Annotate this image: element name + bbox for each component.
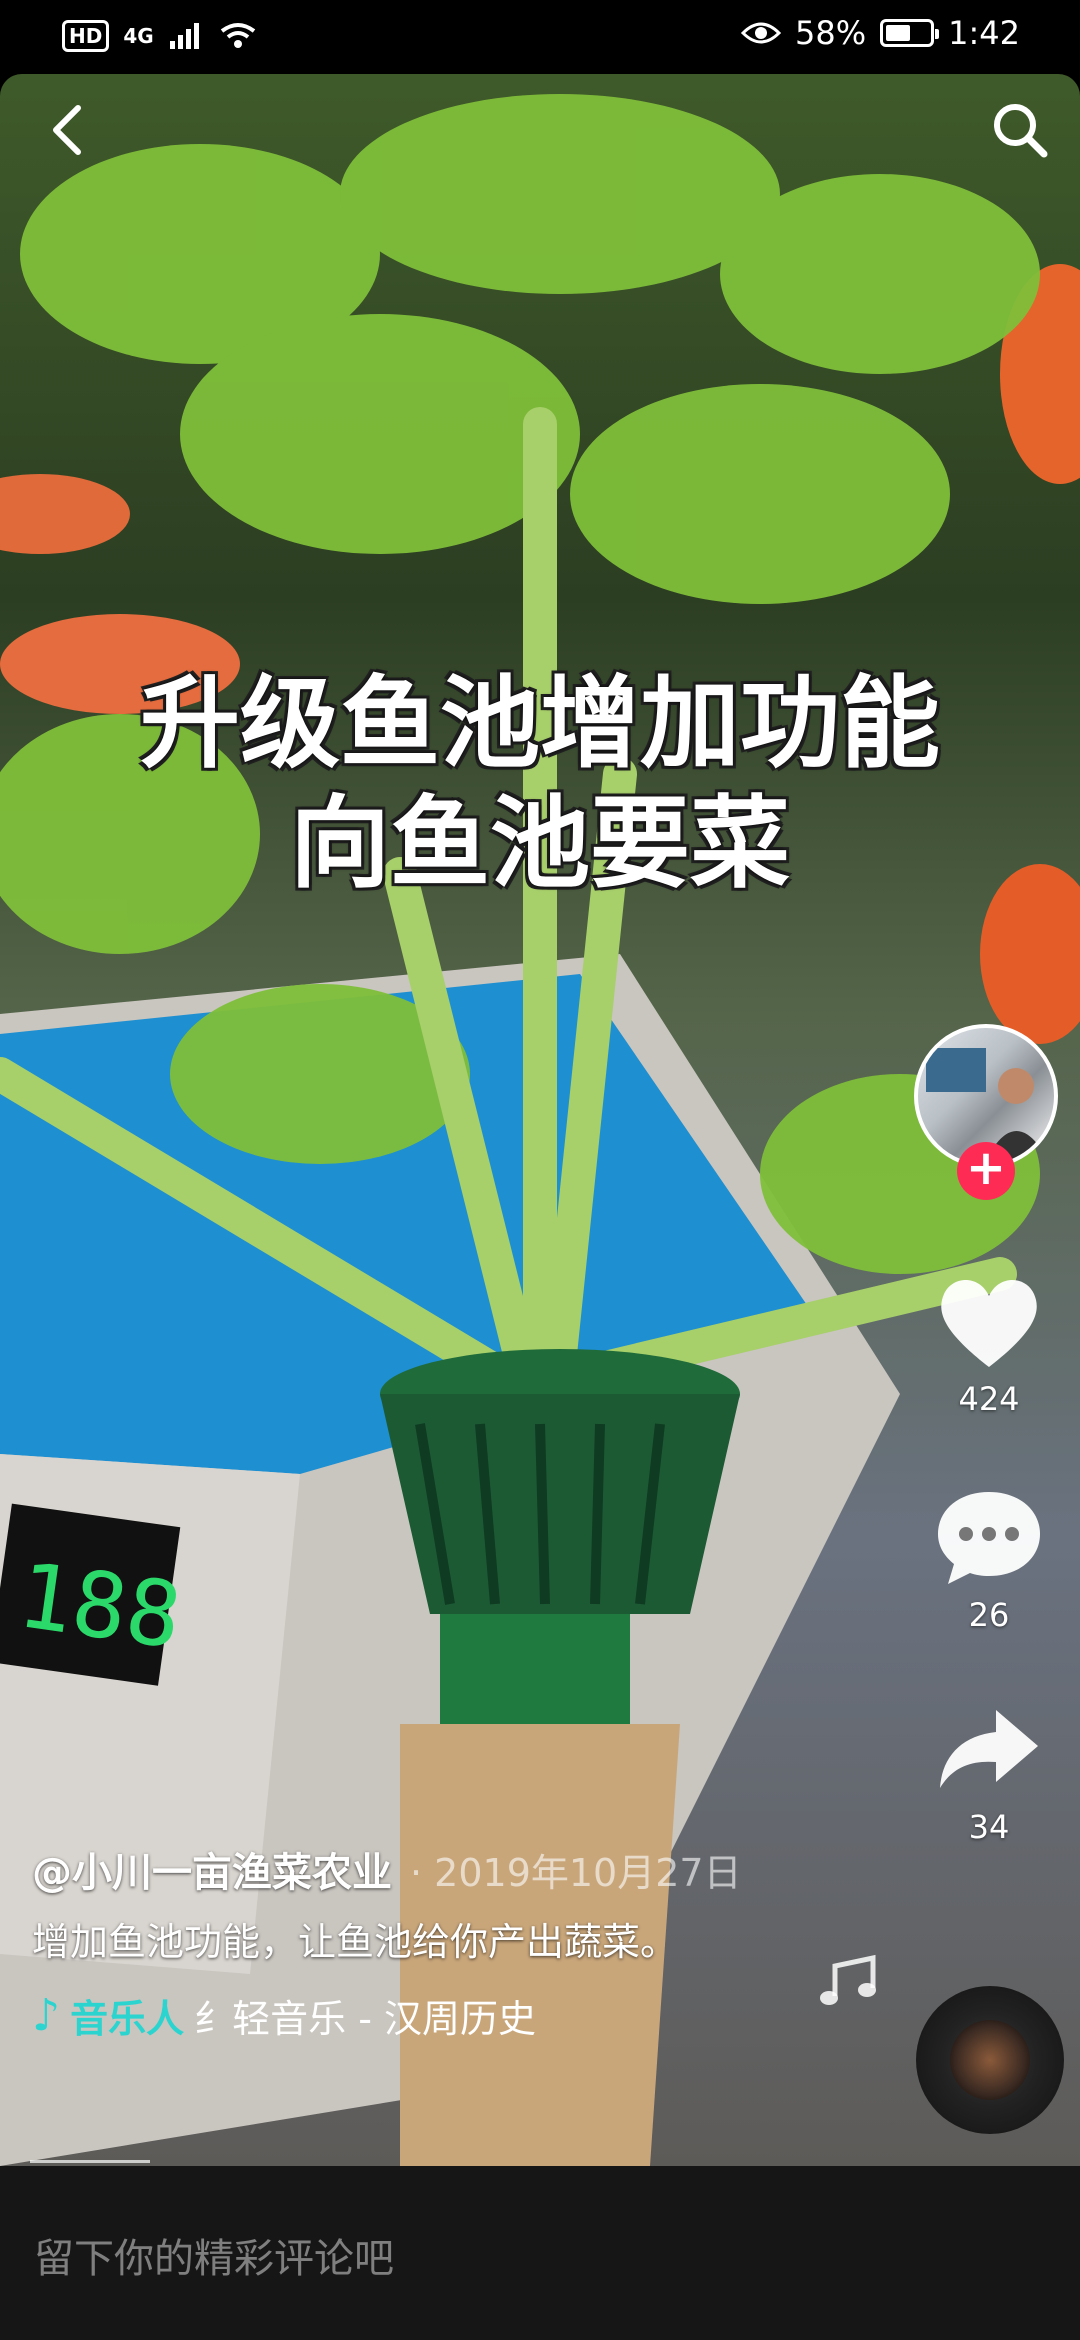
video-caption-overlay: 升级鱼池增加功能 向鱼池要菜: [0, 664, 1080, 904]
caption-line-1: 升级鱼池增加功能: [140, 665, 940, 782]
comment-count: 26: [968, 1596, 1010, 1634]
app-screen: HD 4G 58% 1:42 188 升级鱼池增加功能 向鱼池要菜 + 424 …: [0, 0, 1080, 2340]
post-date: · 2019年10月27日: [410, 1851, 742, 1895]
status-left: HD 4G: [62, 20, 258, 52]
heart-icon: [941, 1280, 1037, 1367]
music-disc-cover: [950, 2020, 1030, 2100]
signal-icon: [169, 23, 199, 49]
music-info[interactable]: ♪ 音乐人 纟轻音乐 - 汉周历史: [32, 1988, 872, 2043]
video-progress-bar: [30, 2160, 150, 2163]
music-note-icon: ♪: [32, 1990, 61, 2041]
wifi-icon: [220, 23, 255, 48]
back-arrow-icon[interactable]: [40, 100, 100, 160]
battery-percent: 58%: [795, 14, 867, 52]
comment-bar[interactable]: 留下你的精彩评论吧: [0, 2166, 1080, 2340]
author-avatar-group: +: [914, 1024, 1058, 1200]
share-arrow-icon: [940, 1710, 1038, 1788]
like-count: 424: [958, 1380, 1020, 1418]
comment-input[interactable]: 留下你的精彩评论吧: [34, 2226, 394, 2284]
follow-button[interactable]: +: [957, 1142, 1015, 1200]
share-count: 34: [968, 1808, 1010, 1846]
post-description[interactable]: 增加鱼池功能，让鱼池给你产出蔬菜。: [32, 1914, 732, 1970]
author-name[interactable]: @小川一亩渔菜农业: [32, 1840, 392, 1898]
eye-icon: [741, 22, 782, 44]
author-line: @小川一亩渔菜农业 · 2019年10月27日: [32, 1840, 872, 1898]
svg-text:188: 188: [12, 1543, 188, 1670]
search-icon[interactable]: [990, 100, 1050, 160]
comment-bubble-icon: [938, 1492, 1040, 1584]
hd-badge: HD: [62, 20, 110, 52]
like-button[interactable]: 424: [934, 1272, 1044, 1418]
caption-line-2: 向鱼池要菜: [290, 785, 790, 902]
music-disc-button[interactable]: [916, 1986, 1064, 2134]
status-bar: HD 4G 58% 1:42: [0, 0, 1080, 74]
comment-button[interactable]: 26: [934, 1488, 1044, 1634]
status-right: 58% 1:42: [741, 14, 1020, 52]
battery-icon: [880, 19, 940, 47]
share-button[interactable]: 34: [934, 1700, 1044, 1846]
track-title: 纟轻音乐 - 汉周历史: [194, 1997, 536, 2041]
network-type: 4G: [123, 24, 154, 48]
post-info: @小川一亩渔菜农业 · 2019年10月27日 增加鱼池功能，让鱼池给你产出蔬菜…: [32, 1840, 872, 2043]
clock: 1:42: [948, 14, 1020, 52]
musician-label: 音乐人: [70, 1997, 185, 2041]
